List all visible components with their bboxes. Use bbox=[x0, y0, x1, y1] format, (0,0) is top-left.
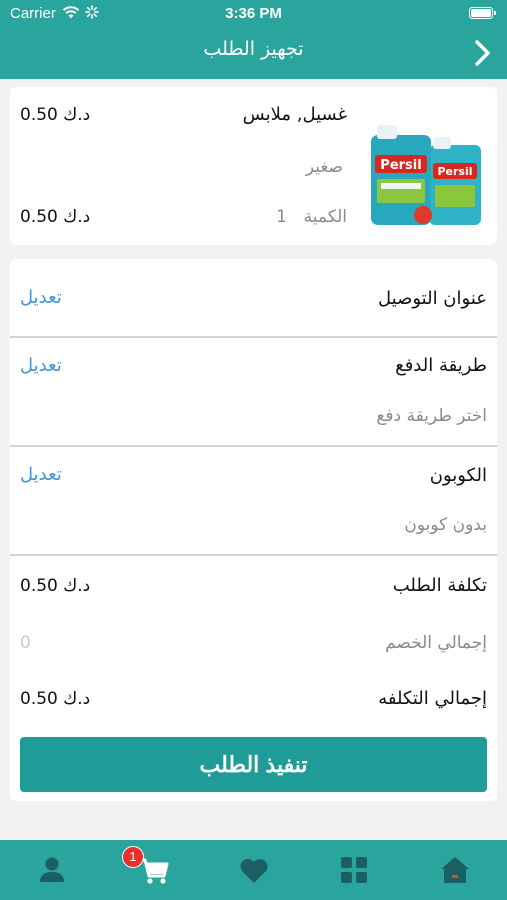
status-bar: Carrier 3:36 PM bbox=[0, 0, 507, 28]
product-total: 0.50 د.ك bbox=[20, 207, 91, 227]
payment-method-value: اختر طريقة دفع bbox=[376, 406, 487, 426]
svg-text:Persil: Persil bbox=[380, 158, 421, 173]
coupon-value: بدون كوبون bbox=[404, 515, 487, 535]
product-image: Persil Persil bbox=[371, 125, 481, 225]
divider bbox=[10, 554, 497, 556]
cart-item-card: Persil Persil غسيل, ملابس 0.50 د.ك صغير … bbox=[10, 87, 497, 245]
edit-delivery-link[interactable]: تعديل bbox=[20, 287, 62, 308]
home-icon[interactable] bbox=[437, 852, 473, 888]
navigation-bar: Carrier 3:36 PM تجهيز الطلب bbox=[0, 0, 507, 79]
product-name: غسيل, ملابس bbox=[242, 104, 347, 125]
svg-text:Persil: Persil bbox=[437, 165, 472, 178]
product-price: 0.50 د.ك bbox=[20, 105, 91, 125]
status-time: 3:36 PM bbox=[225, 5, 282, 22]
order-cost-label: تكلفة الطلب bbox=[392, 575, 487, 596]
back-chevron-icon[interactable] bbox=[469, 38, 495, 68]
tab-bar bbox=[0, 840, 507, 900]
cart-badge: 1 bbox=[122, 846, 144, 868]
coupon-title: الكوبون bbox=[429, 465, 487, 486]
order-details-card: عنوان التوصيل تعديل طريقة الدفع تعديل اخ… bbox=[10, 259, 497, 801]
heart-icon[interactable] bbox=[236, 852, 272, 888]
page-title: تجهيز الطلب bbox=[203, 38, 304, 60]
divider bbox=[10, 445, 497, 447]
place-order-button[interactable]: تنفيذ الطلب bbox=[20, 737, 487, 792]
total-cost-label: إجمالي التكلفه bbox=[378, 688, 487, 709]
payment-method-title: طريقة الدفع bbox=[395, 355, 487, 376]
grid-icon[interactable] bbox=[336, 852, 372, 888]
battery-icon bbox=[469, 7, 496, 19]
discount-value: 0 bbox=[20, 633, 31, 653]
divider bbox=[10, 336, 497, 338]
person-icon[interactable] bbox=[34, 852, 70, 888]
edit-payment-link[interactable]: تعديل bbox=[20, 355, 62, 376]
quantity-label: الكمية bbox=[303, 207, 347, 227]
total-cost-value: 0.50 د.ك bbox=[20, 689, 91, 709]
delivery-address-title: عنوان التوصيل bbox=[378, 288, 487, 309]
quantity-value: 1 bbox=[276, 207, 287, 227]
order-cost-value: 0.50 د.ك bbox=[20, 576, 91, 596]
discount-label: إجمالي الخصم bbox=[385, 633, 487, 653]
product-size: صغير bbox=[305, 157, 343, 177]
edit-coupon-link[interactable]: تعديل bbox=[20, 464, 62, 485]
